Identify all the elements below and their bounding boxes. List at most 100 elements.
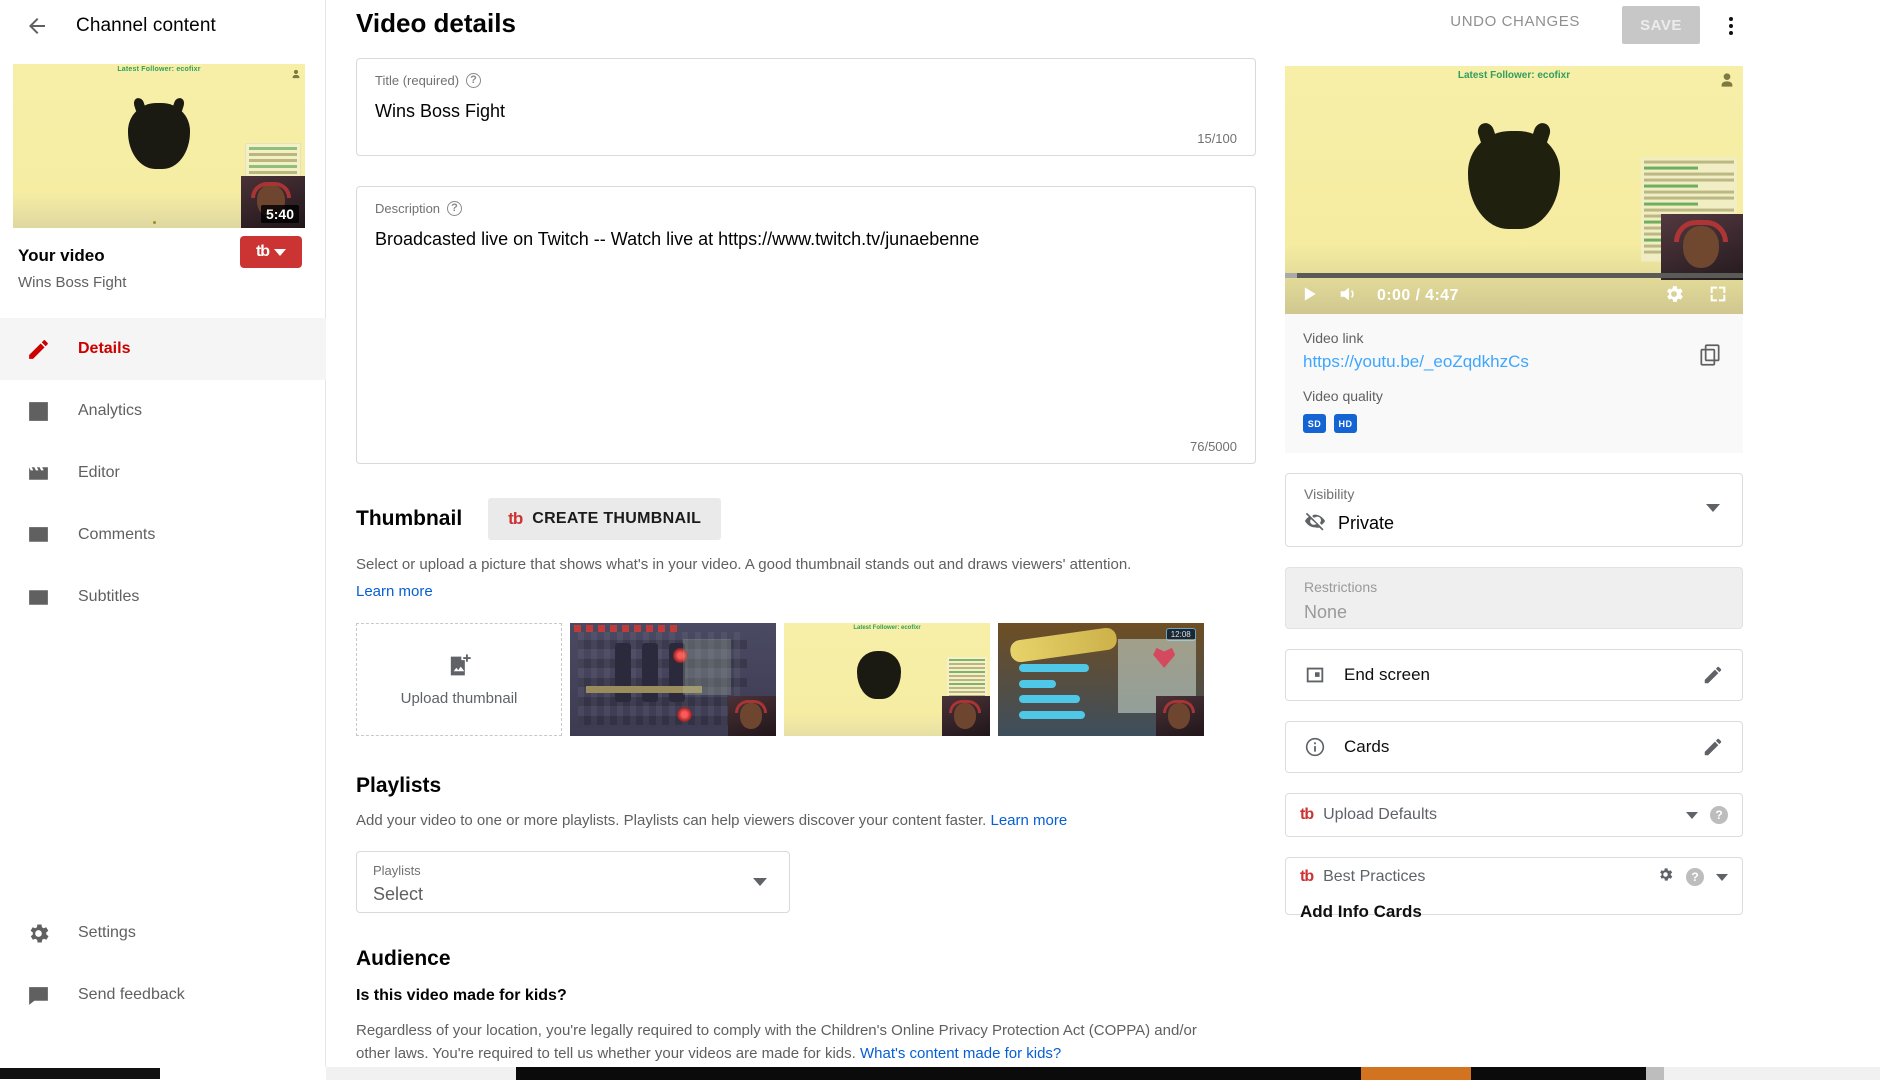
sidebar-item-editor[interactable]: Editor (0, 442, 326, 504)
channel-content-label[interactable]: Channel content (76, 15, 216, 37)
play-icon[interactable] (1299, 284, 1319, 309)
playlists-select-value: Select (373, 884, 773, 905)
edit-pencil-icon[interactable] (1702, 664, 1724, 686)
player-settings-gear-icon[interactable] (1663, 283, 1685, 310)
copy-icon[interactable] (1697, 342, 1723, 368)
video-player[interactable]: Latest Follower: ecofixr 0:00 / 4:47 (1285, 66, 1743, 314)
sidebar-item-send-feedback[interactable]: Send feedback (0, 964, 326, 1026)
video-link-url[interactable]: https://youtu.be/_eoZqdkhzCs (1303, 352, 1725, 372)
end-screen-label: End screen (1344, 665, 1430, 685)
sidebar-item-label: Subtitles (78, 588, 139, 606)
sidebar-item-details[interactable]: Details (0, 318, 326, 380)
scrollbar-segment (1646, 1067, 1664, 1080)
tubebuddy-logo-icon: tb (1300, 868, 1313, 886)
sidebar-item-settings[interactable]: Settings (0, 902, 326, 964)
video-details-form: Title (required) ? Wins Boss Fight 15/10… (356, 52, 1256, 1065)
end-screen-icon (1304, 664, 1330, 686)
sidebar-item-label: Send feedback (78, 986, 185, 1004)
chevron-down-icon (753, 878, 767, 886)
fullscreen-icon[interactable] (1707, 283, 1729, 310)
thumbnail-option-3[interactable]: 12:08 (998, 623, 1204, 736)
help-icon[interactable]: ? (447, 201, 462, 216)
player-character (1468, 131, 1560, 229)
playlists-heading: Playlists (356, 774, 1256, 798)
sidebar-item-label: Editor (78, 464, 120, 482)
help-icon[interactable]: ? (466, 73, 481, 88)
horizontal-scrollbar[interactable] (326, 1067, 1880, 1080)
player-webcam (1661, 214, 1743, 280)
chevron-down-icon[interactable] (1686, 812, 1698, 819)
right-panel: Latest Follower: ecofixr 0:00 / 4:47 (1285, 66, 1743, 915)
title-input-value[interactable]: Wins Boss Fight (375, 101, 1237, 122)
sidebar-header: Channel content (0, 0, 325, 52)
tubebuddy-dropdown-button[interactable]: tb (240, 236, 302, 268)
video-link-label: Video link (1303, 330, 1725, 346)
create-thumbnail-label: CREATE THUMBNAIL (532, 510, 701, 528)
playlists-section: Playlists Add your video to one or more … (356, 774, 1256, 913)
save-button[interactable]: SAVE (1622, 6, 1700, 44)
gear-icon[interactable] (1657, 866, 1674, 888)
tubebuddy-logo-icon: tb (1300, 806, 1313, 824)
thumbnail-banner-text: Latest Follower: ecofixr (13, 66, 305, 73)
hd-badge: HD (1334, 414, 1357, 433)
best-practices-card[interactable]: tb Best Practices ? Add Info Cards (1285, 857, 1743, 915)
visibility-card[interactable]: Visibility Private (1285, 473, 1743, 547)
description-field[interactable]: Description ? Broadcasted live on Twitch… (356, 186, 1256, 464)
scrollbar-thumb[interactable] (0, 1068, 160, 1079)
chevron-down-icon[interactable] (1706, 504, 1720, 512)
sidebar-item-subtitles[interactable]: Subtitles (0, 566, 326, 628)
back-arrow-icon[interactable] (22, 11, 52, 41)
thumbnail-option-2[interactable]: Latest Follower: ecofixr (784, 623, 990, 736)
thumbnail-options-row: Upload thumbnail (356, 623, 1256, 736)
undo-changes-button[interactable]: UNDO CHANGES (1450, 13, 1580, 30)
video-quality-label: Video quality (1303, 388, 1725, 404)
scrollbar-segment (1361, 1067, 1471, 1080)
upload-thumbnail-label: Upload thumbnail (401, 690, 518, 707)
page-title: Video details (356, 8, 516, 39)
video-quality-badges: SD HD (1303, 414, 1725, 433)
upload-defaults-label: Upload Defaults (1323, 806, 1437, 824)
thumbnail-section: Thumbnail tb CREATE THUMBNAIL Select or … (356, 498, 1256, 736)
upload-thumbnail-button[interactable]: Upload thumbnail (356, 623, 562, 736)
stream-avatar-icon (1719, 70, 1735, 90)
playlists-select[interactable]: Playlists Select (356, 851, 790, 913)
audience-kids-content-link[interactable]: What's content made for kids? (860, 1045, 1061, 1062)
help-icon[interactable]: ? (1710, 806, 1728, 824)
cards-card[interactable]: Cards (1285, 721, 1743, 773)
edit-pencil-icon[interactable] (1702, 736, 1724, 758)
sidebar-scrollbar[interactable] (0, 1067, 326, 1080)
video-thumbnail-preview: Latest Follower: ecofixr 5:40 (13, 64, 305, 228)
thumbnail-learn-more-link[interactable]: Learn more (356, 581, 1256, 604)
title-character-count: 15/100 (1197, 131, 1237, 146)
playlists-learn-more-link[interactable]: Learn more (990, 812, 1067, 829)
sidebar-item-label: Comments (78, 526, 155, 544)
volume-icon[interactable] (1337, 283, 1359, 310)
best-practices-item[interactable]: Add Info Cards (1286, 896, 1742, 922)
gear-icon (22, 921, 54, 946)
create-thumbnail-button[interactable]: tb CREATE THUMBNAIL (488, 498, 721, 540)
help-icon[interactable]: ? (1686, 868, 1704, 886)
sidebar-item-analytics[interactable]: Analytics (0, 380, 326, 442)
scrollbar-thumb[interactable] (516, 1067, 1646, 1080)
end-screen-card[interactable]: End screen (1285, 649, 1743, 701)
upload-defaults-card[interactable]: tb Upload Defaults ? (1285, 793, 1743, 837)
chevron-down-icon[interactable] (1716, 874, 1728, 881)
more-options-icon[interactable] (1717, 12, 1745, 40)
restrictions-card: Restrictions None (1285, 567, 1743, 629)
title-field[interactable]: Title (required) ? Wins Boss Fight 15/10… (356, 58, 1256, 156)
audience-paragraph: Regardless of your location, you're lega… (356, 1022, 1197, 1062)
player-controls: 0:00 / 4:47 (1285, 278, 1743, 314)
comment-icon (22, 523, 54, 548)
description-input-value[interactable]: Broadcasted live on Twitch -- Watch live… (375, 229, 1237, 250)
thumbnail-character (128, 103, 190, 169)
upload-image-icon (445, 652, 473, 680)
pencil-icon (22, 337, 54, 362)
sidebar-item-comments[interactable]: Comments (0, 504, 326, 566)
thumbnail-heading: Thumbnail (356, 507, 462, 531)
chevron-down-icon (274, 249, 286, 256)
description-field-label: Description ? (375, 201, 1237, 216)
feedback-icon (22, 983, 54, 1008)
thumbnail-option-1[interactable] (570, 623, 776, 736)
visibility-value: Private (1338, 513, 1394, 534)
info-circle-icon (1304, 736, 1330, 758)
